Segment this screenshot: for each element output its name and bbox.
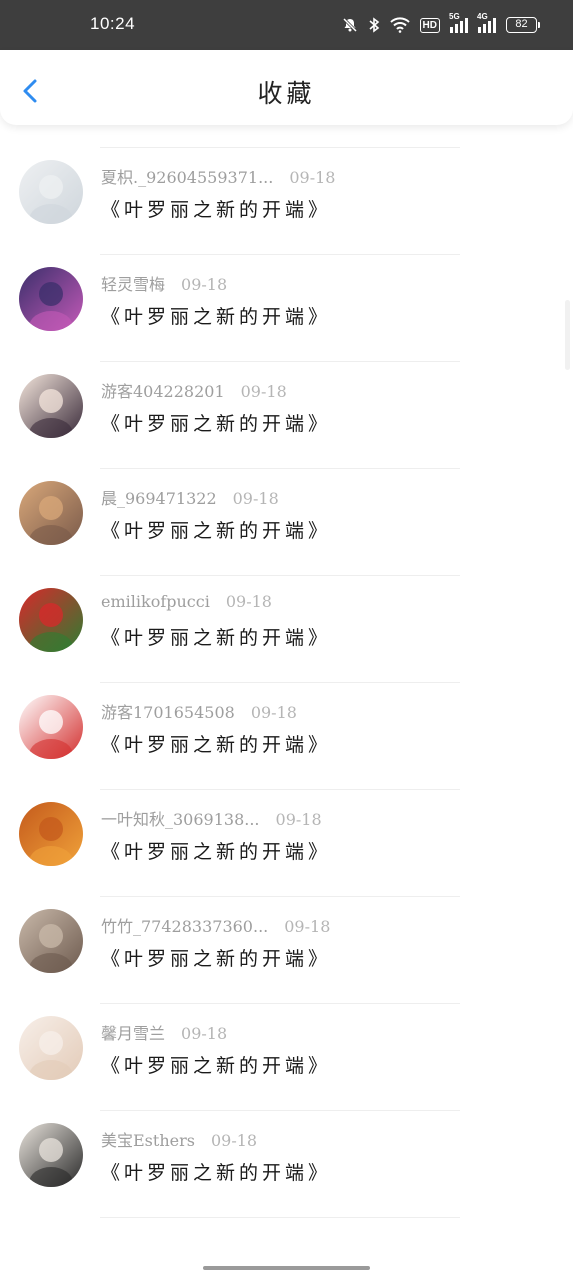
- item-meta: 游客1701654508 09-18: [101, 699, 297, 723]
- list-item[interactable]: 竹竹_77428337360... 09-18 《叶罗丽之新的开端》: [0, 897, 573, 1004]
- avatar[interactable]: [19, 374, 83, 438]
- battery-icon: 82: [506, 17, 540, 33]
- username[interactable]: 夏枳._92604559371...: [101, 168, 273, 187]
- home-indicator[interactable]: [203, 1266, 370, 1270]
- list-item[interactable]: 一叶知秋_3069138... 09-18 《叶罗丽之新的开端》: [0, 790, 573, 897]
- item-meta: 晨_969471322 09-18: [101, 485, 279, 509]
- favorite-title[interactable]: 《叶罗丽之新的开端》: [101, 944, 331, 971]
- favorite-title[interactable]: 《叶罗丽之新的开端》: [101, 623, 331, 650]
- status-icons: HD 5G 4G 82: [342, 12, 540, 36]
- item-meta: 游客404228201 09-18: [101, 378, 287, 402]
- signal-sim2-icon: 4G: [477, 12, 496, 33]
- item-date: 09-18: [181, 1024, 228, 1043]
- wifi-icon: [389, 17, 410, 33]
- favorite-title[interactable]: 《叶罗丽之新的开端》: [101, 837, 331, 864]
- avatar[interactable]: [19, 802, 83, 866]
- list-item[interactable]: 美宝Esthers 09-18 《叶罗丽之新的开端》: [0, 1111, 573, 1218]
- favorite-title[interactable]: 《叶罗丽之新的开端》: [101, 195, 331, 222]
- avatar[interactable]: [19, 481, 83, 545]
- item-meta: 竹竹_77428337360... 09-18: [101, 913, 330, 937]
- divider: [100, 1217, 460, 1218]
- username[interactable]: 竹竹_77428337360...: [101, 917, 268, 936]
- item-meta: 馨月雪兰 09-18: [101, 1020, 227, 1044]
- signal-sim1-icon: 5G: [449, 12, 468, 33]
- item-date: 09-18: [210, 1131, 258, 1150]
- avatar[interactable]: [19, 160, 83, 224]
- username[interactable]: 轻灵雪梅: [101, 275, 165, 294]
- list-item[interactable]: 夏枳._92604559371... 09-18 《叶罗丽之新的开端》: [0, 148, 573, 255]
- item-date: 09-18: [225, 592, 272, 611]
- status-time: 10:24: [90, 14, 136, 33]
- avatar[interactable]: [19, 267, 83, 331]
- username[interactable]: 游客1701654508: [101, 703, 235, 722]
- avatar[interactable]: [19, 909, 83, 973]
- avatar[interactable]: [19, 588, 83, 652]
- username[interactable]: 游客404228201: [101, 382, 225, 401]
- favorite-title[interactable]: 《叶罗丽之新的开端》: [101, 1158, 331, 1185]
- item-date: 09-18: [289, 168, 336, 187]
- item-date: 09-18: [240, 382, 287, 401]
- item-meta: 美宝Esthers 09-18: [101, 1127, 257, 1151]
- username[interactable]: emilikofpucci: [101, 592, 210, 611]
- item-meta: 夏枳._92604559371... 09-18: [101, 164, 335, 188]
- list-item[interactable]: emilikofpucci 09-18 《叶罗丽之新的开端》: [0, 576, 573, 683]
- page-title: 收藏: [257, 79, 316, 108]
- username[interactable]: 美宝Esthers: [101, 1131, 195, 1150]
- avatar[interactable]: [19, 1016, 83, 1080]
- top-bar: 收藏: [0, 50, 573, 125]
- item-meta: emilikofpucci 09-18: [101, 592, 272, 611]
- favorite-title[interactable]: 《叶罗丽之新的开端》: [101, 516, 331, 543]
- item-meta: 轻灵雪梅 09-18: [101, 271, 227, 295]
- favorite-title[interactable]: 《叶罗丽之新的开端》: [101, 730, 331, 757]
- item-date: 09-18: [232, 489, 279, 508]
- bluetooth-icon: [368, 17, 380, 33]
- favorites-list: 浅一叶_782279446...09-18《叶罗丽之新的开端》夏枳._92604…: [0, 88, 573, 1258]
- status-bar: 10:24 HD 5G 4G 82: [0, 0, 573, 50]
- item-date: 09-18: [284, 917, 331, 936]
- list-item[interactable]: 游客404228201 09-18 《叶罗丽之新的开端》: [0, 362, 573, 469]
- item-date: 09-18: [275, 810, 322, 829]
- hd-voice-icon: HD: [419, 17, 440, 33]
- favorite-title[interactable]: 《叶罗丽之新的开端》: [101, 1051, 331, 1078]
- item-meta: 一叶知秋_3069138... 09-18: [101, 806, 322, 830]
- list-item[interactable]: 轻灵雪梅 09-18 《叶罗丽之新的开端》: [0, 255, 573, 362]
- username[interactable]: 晨_969471322: [101, 489, 217, 508]
- username[interactable]: 馨月雪兰: [101, 1024, 165, 1043]
- mute-bell-icon: [342, 17, 358, 33]
- avatar[interactable]: [19, 695, 83, 759]
- list-item[interactable]: 馨月雪兰 09-18 《叶罗丽之新的开端》: [0, 1004, 573, 1111]
- list-item[interactable]: 晨_969471322 09-18 《叶罗丽之新的开端》: [0, 469, 573, 576]
- item-date: 09-18: [250, 703, 297, 722]
- favorite-title[interactable]: 《叶罗丽之新的开端》: [101, 302, 331, 329]
- favorite-title[interactable]: 《叶罗丽之新的开端》: [101, 409, 331, 436]
- avatar[interactable]: [19, 1123, 83, 1187]
- username[interactable]: 一叶知秋_3069138...: [101, 810, 260, 829]
- scrollbar[interactable]: [565, 300, 570, 370]
- list-item[interactable]: 游客1701654508 09-18 《叶罗丽之新的开端》: [0, 683, 573, 790]
- item-date: 09-18: [181, 275, 228, 294]
